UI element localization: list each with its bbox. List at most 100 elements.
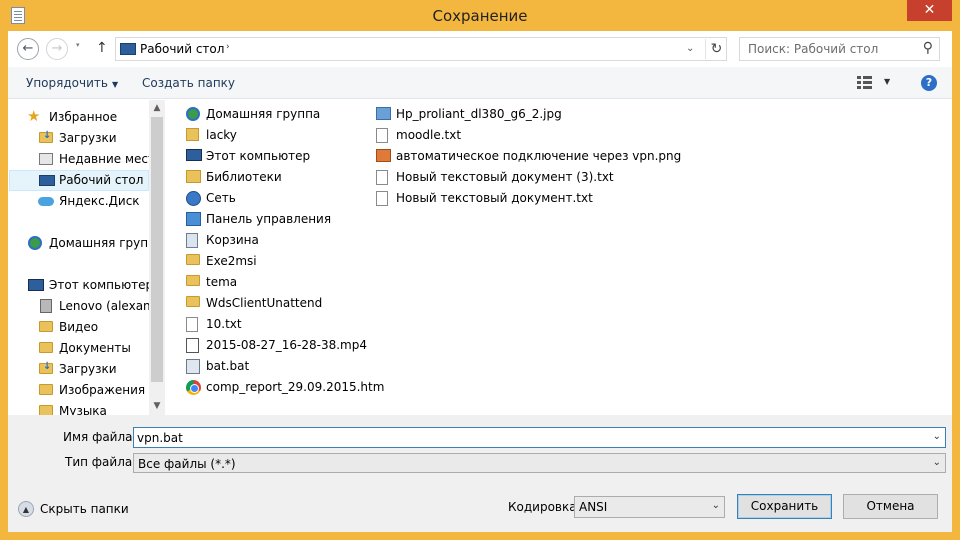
encoding-label: Кодировка:: [508, 500, 581, 514]
file-name: 10.txt: [206, 317, 242, 331]
new-folder-button[interactable]: Создать папку: [142, 76, 235, 90]
back-button[interactable]: ←: [17, 38, 39, 60]
address-row: ← → ▾ ↑ Рабочий стол › ⌄ ↻ ⚲: [8, 31, 952, 67]
nav-item-videos[interactable]: Видео: [20, 317, 160, 338]
view-grid-icon: [857, 76, 861, 79]
view-grid-line: [857, 86, 861, 89]
view-grid-line: [863, 86, 872, 89]
encoding-value: ANSI: [579, 500, 608, 514]
filename-input[interactable]: [134, 428, 924, 447]
nav-item-desktop[interactable]: Рабочий стол: [9, 170, 149, 191]
file-name: tema: [206, 275, 238, 289]
nav-item-label: Недавние места: [59, 152, 160, 166]
cancel-button[interactable]: Отмена: [843, 494, 938, 519]
address-bar[interactable]: Рабочий стол › ⌄ ↻: [115, 37, 727, 61]
close-button[interactable]: ✕: [907, 0, 952, 21]
search-icon[interactable]: ⚲: [923, 40, 933, 56]
file-name: Новый текстовый документ (3).txt: [396, 170, 614, 184]
folder-icon: [186, 275, 200, 286]
filename-label: Имя файла:: [63, 430, 137, 444]
video-file-icon: [186, 338, 199, 353]
breadcrumb-chevron-icon[interactable]: ›: [226, 42, 230, 52]
nav-item-label: Загрузки: [59, 362, 117, 376]
file-name: Этот компьютер: [206, 149, 311, 163]
nav-item-label: Загрузки: [59, 131, 117, 145]
hide-folders-label: Скрыть папки: [40, 502, 129, 516]
desktop-icon: [39, 175, 55, 186]
chevron-down-icon: ⌄: [932, 457, 941, 468]
file-name: автоматическое подключение через vpn.png: [396, 149, 682, 163]
filename-field[interactable]: ⌄: [133, 427, 946, 448]
view-options-button[interactable]: [857, 76, 872, 89]
desktop-icon: [120, 43, 136, 55]
nav-item-lenovo-drive[interactable]: Lenovo (alexander: [20, 296, 160, 317]
nav-scrollbar[interactable]: ▲ ▼: [149, 100, 165, 415]
file-name: 2015-08-27_16-28-38.mp4: [206, 338, 367, 352]
view-grid-line: [863, 81, 872, 84]
navigation-pane: ★ Избранное Загрузки Недавние места Рабо…: [8, 100, 165, 415]
view-grid-line: [863, 76, 872, 79]
nav-item-recent-places[interactable]: Недавние места: [20, 149, 160, 170]
search-input[interactable]: [740, 38, 915, 60]
scroll-thumb[interactable]: [151, 117, 163, 382]
nav-item-pictures[interactable]: Изображения: [20, 380, 160, 401]
organize-button[interactable]: Упорядочить ▼: [26, 76, 118, 90]
text-file-icon: [376, 191, 388, 206]
file-list: Домашняя группа lacky Этот компьютер Биб…: [165, 100, 952, 415]
recent-locations-dropdown[interactable]: ▾: [76, 41, 80, 49]
text-file-icon: [376, 170, 388, 185]
chrome-html-icon: [186, 380, 201, 395]
downloads-folder-icon: [39, 361, 53, 374]
file-name: moodle.txt: [396, 128, 462, 142]
nav-item-documents[interactable]: Документы: [20, 338, 160, 359]
nav-item-music[interactable]: Музыка: [20, 401, 160, 415]
nav-item-favorites[interactable]: ★ Избранное: [20, 107, 160, 128]
recent-places-icon: [39, 153, 53, 165]
nav-item-label: Изображения: [59, 383, 146, 397]
chevron-down-icon[interactable]: ⌄: [933, 431, 941, 442]
pictures-folder-icon: [39, 384, 53, 395]
scroll-up-icon[interactable]: ▲: [149, 100, 165, 117]
nav-item-this-pc[interactable]: Этот компьютер: [20, 275, 160, 296]
file-name: WdsClientUnattend: [206, 296, 323, 310]
text-file-icon: [186, 317, 198, 332]
nav-item-homegroup[interactable]: Домашняя группа: [20, 233, 160, 254]
refresh-button[interactable]: ↻: [705, 39, 727, 59]
file-name: Новый текстовый документ.txt: [396, 191, 593, 205]
filetype-select[interactable]: Все файлы (*.*) ⌄: [133, 453, 946, 473]
nav-item-downloads-pc[interactable]: Загрузки: [20, 359, 160, 380]
refresh-icon: ↻: [710, 41, 723, 57]
file-name: Exe2msi: [206, 254, 257, 268]
view-grid-line: [857, 81, 861, 84]
chevron-down-icon: ▼: [111, 80, 119, 89]
nav-item-yandex-disk[interactable]: Яндекс.Диск: [20, 191, 160, 212]
file-name: bat.bat: [206, 359, 250, 373]
collapse-up-icon: ▲: [18, 501, 34, 517]
file-name: Библиотеки: [206, 170, 282, 184]
star-icon: ★: [27, 107, 41, 125]
help-icon: ?: [925, 76, 933, 89]
nav-item-label: Lenovo (alexander: [59, 299, 160, 313]
save-button[interactable]: Сохранить: [737, 494, 832, 519]
nav-item-label: Этот компьютер: [49, 278, 154, 292]
up-one-level-button[interactable]: ↑: [96, 40, 108, 56]
forward-arrow-icon: →: [51, 41, 63, 56]
view-dropdown-icon[interactable]: ▼: [884, 77, 890, 86]
breadcrumb[interactable]: Рабочий стол: [140, 42, 224, 56]
filetype-value: Все файлы (*.*): [138, 457, 236, 471]
file-name: Сеть: [206, 191, 236, 205]
filetype-label: Тип файла:: [65, 455, 137, 469]
search-box[interactable]: ⚲: [739, 37, 940, 61]
address-dropdown-icon[interactable]: ⌄: [686, 43, 694, 54]
help-button[interactable]: ?: [921, 75, 937, 91]
folder-icon: [186, 296, 200, 307]
libraries-icon: [186, 170, 201, 183]
music-folder-icon: [39, 405, 53, 415]
nav-item-downloads[interactable]: Загрузки: [20, 128, 160, 149]
organize-label: Упорядочить: [26, 76, 108, 90]
text-file-icon: [376, 128, 388, 143]
scroll-down-icon[interactable]: ▼: [149, 398, 165, 415]
window-title: Сохранение: [432, 7, 528, 25]
forward-button[interactable]: →: [46, 38, 68, 60]
encoding-select[interactable]: ANSI ⌄: [574, 496, 725, 518]
